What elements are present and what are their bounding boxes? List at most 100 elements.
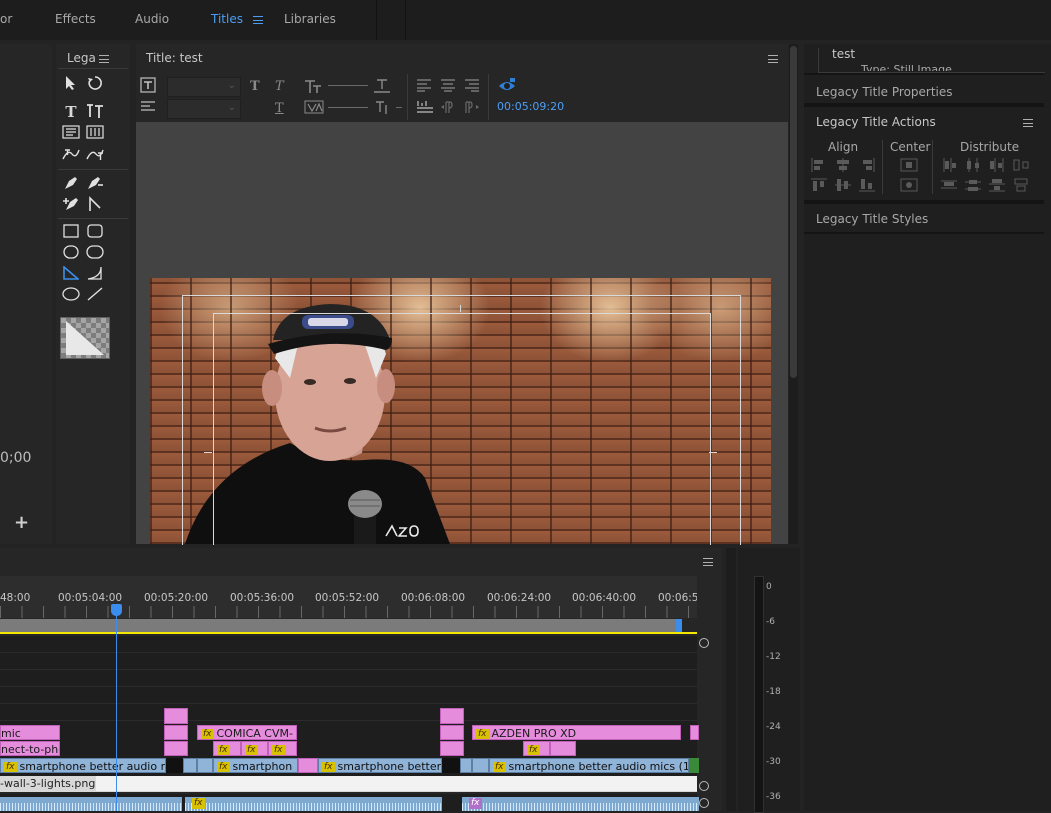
legacy-title-properties-header[interactable]: Legacy Title Properties [816, 85, 953, 99]
timeline-clip[interactable]: fx [213, 741, 241, 756]
playhead-handle[interactable] [111, 604, 122, 616]
timeline-clip[interactable]: fx [241, 741, 268, 756]
timeline-clip[interactable] [298, 758, 318, 773]
align-horizontal-center-icon[interactable] [835, 158, 851, 172]
distribute-middle-icon[interactable] [965, 178, 981, 192]
workspace-tab-libraries[interactable]: Libraries [284, 12, 336, 26]
arc-tool-icon[interactable] [85, 266, 105, 284]
tab-stop-ruler-icon[interactable] [416, 100, 434, 114]
timeline-clip[interactable] [183, 758, 197, 773]
rounded-corner-rectangle-tool-icon[interactable] [85, 245, 105, 263]
workspace-tab-audio[interactable]: Audio [135, 12, 169, 26]
scroll-zoom-handle[interactable] [699, 781, 709, 791]
center-horizontal-icon[interactable] [900, 158, 918, 172]
timeline-clip[interactable] [689, 758, 699, 773]
title-panel-scrollbar-thumb[interactable] [790, 46, 797, 378]
rectangle-tool-icon[interactable] [61, 224, 81, 242]
show-background-video-icon[interactable] [498, 77, 516, 93]
workspace-tab-color[interactable]: or [0, 12, 12, 26]
timeline-clip-smartphone[interactable]: fx smartphone better audio mic [0, 758, 166, 773]
background-timecode[interactable]: 00:05:09:20 [497, 100, 564, 113]
underline-icon[interactable]: T [275, 101, 284, 117]
align-vertical-bottom-icon[interactable] [859, 178, 875, 192]
paragraph-right-icon[interactable] [464, 100, 480, 114]
timeline-clip[interactable] [197, 758, 213, 773]
timeline-clip-background-image[interactable]: -wall-3-lights.png [0, 776, 96, 791]
tools-panel-menu-icon[interactable] [99, 55, 109, 63]
timeline-clip[interactable] [440, 741, 464, 756]
ellipse-tool-icon[interactable] [61, 287, 81, 305]
timeline-clip[interactable]: fx [268, 741, 297, 756]
distribute-top-icon[interactable] [941, 178, 957, 192]
align-right-icon[interactable] [464, 78, 480, 92]
line-tool-icon[interactable] [85, 287, 105, 305]
legacy-title-styles-header[interactable]: Legacy Title Styles [816, 212, 928, 226]
timeline-clip[interactable] [164, 741, 188, 756]
workspace-tab-effects[interactable]: Effects [55, 12, 96, 26]
timeline-clip[interactable] [690, 725, 699, 740]
timeline-clip-mic[interactable]: mic [0, 725, 60, 740]
vertical-area-type-tool-icon[interactable] [85, 125, 105, 143]
timeline-clip-connect[interactable]: nect-to-phon [0, 741, 60, 756]
align-left-icon[interactable] [416, 78, 432, 92]
rounded-rectangle-tool-icon[interactable] [85, 224, 105, 242]
timeline-clip[interactable] [164, 708, 188, 724]
vertical-type-tool-icon[interactable] [85, 103, 105, 121]
align-vertical-top-icon[interactable] [811, 178, 827, 192]
align-horizontal-right-icon[interactable] [859, 158, 875, 172]
leading-field[interactable] [396, 107, 402, 108]
new-title-icon[interactable] [140, 77, 156, 93]
distribute-vertical-even-icon[interactable] [1013, 178, 1029, 192]
timeline-clip-comica[interactable]: fx COMICA CVM- [197, 725, 297, 740]
timeline-clip[interactable] [440, 708, 464, 724]
align-vertical-center-icon[interactable] [835, 178, 851, 192]
work-area-bar[interactable] [0, 619, 680, 632]
convert-anchor-point-tool-icon[interactable] [85, 196, 105, 214]
add-anchor-point-tool-icon[interactable] [61, 196, 81, 214]
work-area-end-handle[interactable] [676, 619, 682, 632]
actions-panel-menu-icon[interactable] [1023, 119, 1033, 127]
timeline-clip[interactable] [164, 725, 188, 740]
path-type-tool-icon[interactable] [61, 147, 81, 165]
font-family-dropdown[interactable]: ⌄ [167, 77, 241, 97]
audio-clip[interactable]: fx [462, 797, 699, 811]
wedge-tool-icon[interactable] [61, 265, 81, 284]
pen-tool-icon[interactable] [61, 175, 81, 193]
timeline-clip[interactable] [440, 725, 464, 740]
timeline-clip-azden[interactable]: fx AZDEN PRO XD [472, 725, 681, 740]
add-button[interactable]: + [14, 512, 29, 533]
scroll-zoom-handle[interactable] [699, 638, 709, 648]
kerning-field[interactable] [328, 107, 368, 108]
background-image-clip-body[interactable] [96, 776, 697, 791]
timeline-clip-smartphone[interactable]: fx smartphone better [318, 758, 442, 773]
timeline-clip[interactable] [472, 758, 489, 773]
timeline-clip[interactable] [550, 741, 576, 756]
vertical-path-type-tool-icon[interactable] [85, 147, 105, 165]
distribute-center-icon[interactable] [965, 158, 981, 172]
distribute-bottom-icon[interactable] [989, 178, 1005, 192]
timeline-clip[interactable]: fx [523, 741, 550, 756]
selection-tool-icon[interactable] [61, 75, 81, 93]
italic-icon[interactable]: T [275, 79, 284, 95]
audio-clip[interactable]: fx [185, 797, 442, 811]
timeline-clip-smartphone[interactable]: fx smartphon [213, 758, 298, 773]
align-horizontal-left-icon[interactable] [811, 158, 827, 172]
distribute-right-icon[interactable] [989, 158, 1005, 172]
workspace-menu-icon[interactable] [253, 16, 263, 24]
timeline-clip[interactable] [460, 758, 472, 773]
paragraph-left-icon[interactable] [440, 100, 456, 114]
align-center-icon[interactable] [440, 78, 456, 92]
center-vertical-icon[interactable] [900, 178, 918, 192]
font-style-dropdown[interactable]: ⌄ [167, 99, 241, 119]
bold-icon[interactable]: T [250, 79, 260, 95]
timeline-clip-smartphone[interactable]: fx smartphone better audio mics (1 [489, 758, 689, 773]
font-size-field[interactable] [328, 85, 368, 86]
distribute-horizontal-even-icon[interactable] [1013, 158, 1029, 172]
type-tool-icon[interactable]: T [61, 103, 81, 121]
title-panel-menu-icon[interactable] [768, 55, 778, 63]
workspace-tab-titles[interactable]: Titles [211, 12, 243, 26]
delete-anchor-point-tool-icon[interactable] [85, 175, 105, 193]
distribute-left-icon[interactable] [941, 158, 957, 172]
audio-clip[interactable] [0, 797, 182, 811]
rotation-tool-icon[interactable] [85, 75, 105, 93]
